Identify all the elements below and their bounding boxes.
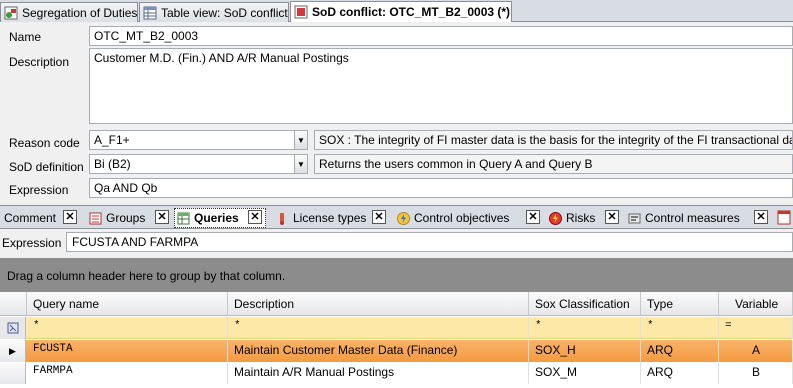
cell-description[interactable]: Maintain Customer Master Data (Finance) — [228, 340, 529, 362]
tab-groups[interactable]: Groups — [89, 208, 145, 228]
tab-label: Risks — [566, 211, 596, 225]
chevron-down-icon: ▼ — [297, 159, 305, 169]
license-icon — [276, 212, 289, 225]
tab-label: Segregation of Duties — [22, 5, 138, 20]
queries-icon — [177, 212, 190, 225]
cell-query-name[interactable]: FCUSTA — [27, 340, 228, 362]
close-comment-tab-button[interactable]: ✕ — [63, 210, 77, 224]
table-row[interactable]: FARMPA Maintain A/R Manual Postings SOX_… — [0, 362, 793, 384]
tab-label: License types — [293, 211, 367, 225]
cell-type[interactable]: ARQ — [641, 362, 719, 384]
table-row[interactable]: ▶ FCUSTA Maintain Customer Master Data (… — [0, 340, 793, 362]
sod-definition-dropdown-button[interactable]: ▼ — [294, 154, 308, 174]
filter-query-name[interactable]: * — [27, 317, 228, 339]
detail-tab-bar: Comment ✕ Groups ✕ Queries ✕ License typ… — [0, 205, 793, 229]
table-icon — [143, 6, 157, 20]
tab-segregation-of-duties[interactable]: Segregation of Duties — [0, 2, 138, 22]
tab-label: Comment — [4, 211, 57, 225]
close-control-measures-tab-button[interactable]: ✕ — [754, 210, 768, 224]
reason-code-dropdown-button[interactable]: ▼ — [294, 130, 308, 150]
tab-table-view[interactable]: Table view: SoD conflict — [139, 2, 289, 22]
description-field[interactable]: Customer M.D. (Fin.) AND A/R Manual Post… — [89, 48, 793, 124]
sod-icon — [4, 6, 18, 20]
risk-icon — [549, 211, 562, 225]
name-label: Name — [9, 30, 42, 44]
sod-conflict-form: Name OTC_MT_B2_0003 Description Customer… — [0, 23, 793, 203]
tab-risks[interactable]: Risks — [549, 208, 595, 228]
document-tab-bar: Segregation of Duties Table view: SoD co… — [0, 0, 793, 22]
cell-variable[interactable]: B — [719, 362, 793, 384]
control-measures-icon — [628, 212, 641, 225]
cell-sox-classification[interactable]: SOX_H — [529, 340, 641, 362]
group-by-panel[interactable]: Drag a column header here to group by th… — [0, 258, 793, 292]
tab-label: Groups — [106, 211, 146, 225]
row-indicator — [0, 362, 26, 384]
close-queries-tab-button[interactable]: ✕ — [248, 210, 262, 224]
tab-label: Control objectives — [414, 211, 510, 225]
close-risks-tab-button[interactable]: ✕ — [605, 210, 619, 224]
conflict-icon — [294, 5, 308, 19]
chevron-down-icon: ▼ — [297, 135, 305, 145]
tab-label: Control measures — [645, 211, 740, 225]
tab-label: Queries — [194, 211, 239, 225]
cell-variable[interactable]: A — [719, 340, 793, 362]
close-icon: ✕ — [756, 210, 766, 223]
row-indicator-header — [0, 292, 27, 316]
tab-license-types[interactable]: License types — [276, 208, 366, 228]
close-control-objectives-tab-button[interactable]: ✕ — [526, 210, 540, 224]
column-header-description[interactable]: Description — [228, 292, 529, 316]
filter-sox-classification[interactable]: * — [529, 317, 641, 339]
current-row-indicator-icon: ▶ — [0, 340, 26, 362]
sod-definition-combo[interactable]: Bi (B2) — [89, 154, 295, 174]
tab-label: Table view: SoD conflict — [161, 5, 288, 20]
overflow-tab-icon[interactable] — [777, 210, 793, 226]
cell-query-name[interactable]: FARMPA — [27, 362, 228, 384]
description-label: Description — [9, 55, 70, 69]
close-icon: ✕ — [250, 210, 260, 223]
tab-control-measures[interactable]: Control measures — [628, 208, 740, 228]
column-header-type[interactable]: Type — [641, 292, 719, 316]
reason-code-label: Reason code — [9, 136, 80, 150]
close-icon: ✕ — [528, 210, 538, 223]
expression-label: Expression — [9, 183, 69, 197]
close-icon: ✕ — [157, 210, 167, 223]
sod-definition-description: Returns the users common in Query A and … — [314, 154, 793, 174]
cell-description[interactable]: Maintain A/R Manual Postings — [228, 362, 529, 384]
reason-code-combo[interactable]: A_F1+ — [89, 130, 295, 150]
cell-type[interactable]: ARQ — [641, 340, 719, 362]
close-icon: ✕ — [607, 210, 617, 223]
lightning-icon — [397, 211, 410, 225]
column-header-variable[interactable]: Variable — [719, 292, 793, 316]
close-icon: ✕ — [65, 210, 75, 223]
column-header-query-name[interactable]: Query name — [27, 292, 228, 316]
tab-label: SoD conflict: OTC_MT_B2_0003 (*) — [312, 5, 511, 19]
close-license-types-tab-button[interactable]: ✕ — [372, 210, 386, 224]
column-header-sox-classification[interactable]: Sox Classification — [529, 292, 641, 316]
query-expression-label: Expression — [2, 236, 62, 250]
reason-code-description: SOX : The integrity of FI master data is… — [314, 130, 793, 150]
filter-icon[interactable] — [0, 317, 26, 339]
tab-control-objectives[interactable]: Control objectives — [397, 208, 509, 228]
filter-variable[interactable]: = — [719, 317, 793, 339]
grid-header-row: Query name Description Sox Classificatio… — [0, 292, 793, 316]
name-field[interactable]: OTC_MT_B2_0003 — [89, 26, 793, 46]
tab-comment[interactable]: Comment — [4, 208, 56, 228]
filter-row: * * * * = — [0, 317, 793, 339]
queries-grid: Query name Description Sox Classificatio… — [0, 292, 793, 388]
close-groups-tab-button[interactable]: ✕ — [155, 210, 169, 224]
sod-definition-label: SoD definition — [9, 160, 84, 174]
filter-type[interactable]: * — [641, 317, 719, 339]
close-icon: ✕ — [374, 210, 384, 223]
expression-field[interactable]: Qa AND Qb — [89, 178, 793, 198]
cell-sox-classification[interactable]: SOX_M — [529, 362, 641, 384]
groups-icon — [89, 212, 102, 225]
filter-description[interactable]: * — [228, 317, 529, 339]
query-expression-field[interactable]: FCUSTA AND FARMPA — [66, 232, 793, 252]
tab-sod-conflict[interactable]: SoD conflict: OTC_MT_B2_0003 (*) — [290, 1, 512, 22]
